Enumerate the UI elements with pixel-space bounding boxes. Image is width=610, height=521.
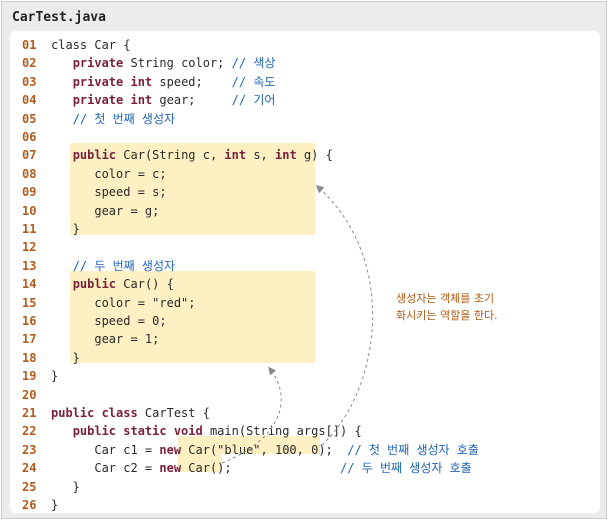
file-title: CarTest.java (12, 10, 106, 25)
code-figure: CarTest.java 01 class Car {02 private Str… (1, 1, 607, 519)
arrow-call2-to-constructor2 (221, 366, 282, 464)
code-panel: 01 class Car {02 private String color; //… (10, 31, 600, 513)
arrow-call1-to-constructor1 (315, 184, 374, 446)
annotation-line-1: 생성자는 객체를 초기 (396, 292, 495, 305)
call-arrows (221, 184, 374, 464)
annotation-line-2: 화시키는 역할을 한다. (396, 309, 498, 322)
